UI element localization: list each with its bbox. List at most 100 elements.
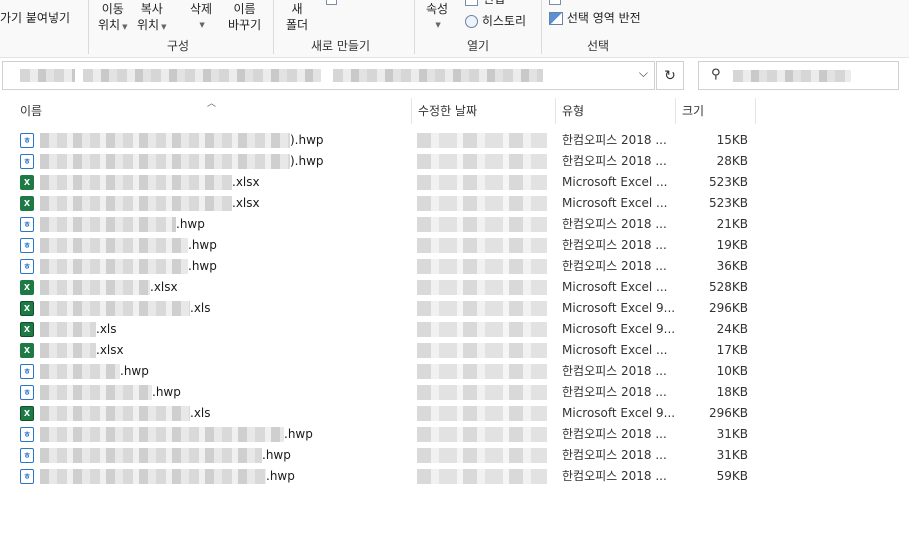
hwp-file-icon: ㅎ xyxy=(20,154,34,169)
file-type: 한컴오피스 2018 ... xyxy=(562,385,667,399)
properties-button[interactable]: 속성 ▼ xyxy=(426,1,448,33)
file-size: 24KB xyxy=(716,322,748,336)
column-header-modified[interactable]: 수정한 날짜 xyxy=(418,98,477,124)
file-size: 15KB xyxy=(716,133,748,147)
file-name-redacted xyxy=(40,406,190,421)
modified-date-redacted xyxy=(417,280,547,295)
file-row[interactable]: ㅎ .hwp 한컴오피스 2018 ... 36KB xyxy=(18,256,758,277)
new-item-icon[interactable] xyxy=(326,0,337,5)
file-name: .hwp xyxy=(120,364,149,378)
excel-file-icon: X xyxy=(20,322,34,337)
column-header-name[interactable]: 이름 xyxy=(20,98,42,124)
hwp-file-icon: ㅎ xyxy=(20,448,34,463)
file-row[interactable]: X .xlsx Microsoft Excel ... 17KB xyxy=(18,340,758,361)
file-size: 18KB xyxy=(716,385,748,399)
file-row[interactable]: ㅎ .hwp 한컴오피스 2018 ... 19KB xyxy=(18,235,758,256)
chevron-down-icon: ▼ xyxy=(199,21,205,29)
file-row[interactable]: ㅎ .hwp 한컴오피스 2018 ... 21KB xyxy=(18,214,758,235)
file-row[interactable]: ㅎ .hwp 한컴오피스 2018 ... 59KB xyxy=(18,466,758,487)
file-name-redacted xyxy=(40,217,176,232)
modified-date-redacted xyxy=(417,448,547,463)
file-type: 한컴오피스 2018 ... xyxy=(562,448,667,462)
file-row[interactable]: X .xls Microsoft Excel 9... 296KB xyxy=(18,298,758,319)
move-to-button[interactable]: 이동 위치 ▼ xyxy=(98,1,127,35)
file-row[interactable]: X .xls Microsoft Excel 9... 24KB xyxy=(18,319,758,340)
file-name: .xlsx xyxy=(232,196,260,210)
excel-file-icon: X xyxy=(20,301,34,316)
hwp-file-icon: ㅎ xyxy=(20,364,34,379)
invert-selection-button[interactable]: 선택 영역 반전 xyxy=(549,10,641,26)
column-header-size[interactable]: 크기 xyxy=(682,98,704,124)
history-button[interactable]: 히스토리 xyxy=(465,13,526,29)
delete-button[interactable]: 삭제 ▼ xyxy=(190,1,212,33)
ribbon: 가기 붙여넣기 이동 위치 ▼ 복사 위치 ▼ 삭제 ▼ 이름 바꾸기 구성 새 폴… xyxy=(0,0,909,58)
address-bar[interactable]: ⌵ xyxy=(2,61,655,90)
modified-date-redacted xyxy=(417,364,547,379)
ribbon-separator xyxy=(541,0,542,54)
file-row[interactable]: X .xlsx Microsoft Excel ... 528KB xyxy=(18,277,758,298)
file-type: 한컴오피스 2018 ... xyxy=(562,154,667,168)
rename-button[interactable]: 이름 바꾸기 xyxy=(228,1,261,33)
column-divider[interactable] xyxy=(555,98,556,124)
column-divider[interactable] xyxy=(755,98,756,124)
modified-date-redacted xyxy=(417,301,547,316)
file-name: .hwp xyxy=(262,448,291,462)
file-size: 296KB xyxy=(708,406,748,420)
file-type: 한컴오피스 2018 ... xyxy=(562,238,667,252)
hwp-file-icon: ㅎ xyxy=(20,217,34,232)
modified-date-redacted xyxy=(417,217,547,232)
column-divider[interactable] xyxy=(675,98,676,124)
file-size: 36KB xyxy=(716,259,748,273)
edit-label[interactable]: 편집 xyxy=(483,0,505,7)
hwp-file-icon: ㅎ xyxy=(20,133,34,148)
modified-date-redacted xyxy=(417,469,547,484)
file-type: 한컴오피스 2018 ... xyxy=(562,364,667,378)
column-header-type[interactable]: 유형 xyxy=(562,98,584,124)
file-row[interactable]: X .xls Microsoft Excel 9... 296KB xyxy=(18,403,758,424)
file-row[interactable]: ㅎ .hwp 한컴오피스 2018 ... 31KB xyxy=(18,445,758,466)
file-name: .xls xyxy=(190,301,211,315)
file-row[interactable]: X .xlsx Microsoft Excel ... 523KB xyxy=(18,193,758,214)
file-row[interactable]: ㅎ).hwp 한컴오피스 2018 ... 15KB xyxy=(18,130,758,151)
edit-icon[interactable] xyxy=(465,0,478,6)
ribbon-separator xyxy=(88,0,89,54)
file-size: 59KB xyxy=(716,469,748,483)
invert-selection-icon xyxy=(549,12,563,25)
file-name-redacted xyxy=(40,469,266,484)
modified-date-redacted xyxy=(417,196,547,211)
new-folder-button[interactable]: 새 폴더 xyxy=(286,1,308,33)
column-divider[interactable] xyxy=(411,98,412,124)
file-row[interactable]: ㅎ .hwp 한컴오피스 2018 ... 18KB xyxy=(18,382,758,403)
file-row[interactable]: X .xlsx Microsoft Excel ... 523KB xyxy=(18,172,758,193)
modified-date-redacted xyxy=(417,322,547,337)
copy-to-label-2: 위치 xyxy=(137,18,160,32)
search-input[interactable]: ⚲ xyxy=(698,61,899,90)
group-label-new: 새로 만들기 xyxy=(311,39,371,53)
file-name: .hwp xyxy=(188,259,217,273)
file-row[interactable]: ㅎ .hwp 한컴오피스 2018 ... 31KB xyxy=(18,424,758,445)
invert-selection-label: 선택 영역 반전 xyxy=(566,11,641,25)
excel-file-icon: X xyxy=(20,175,34,190)
history-label: 히스토리 xyxy=(481,14,526,28)
file-type: Microsoft Excel ... xyxy=(562,343,668,357)
file-name: ).hwp xyxy=(290,154,324,168)
excel-file-icon: X xyxy=(20,196,34,211)
excel-file-icon: X xyxy=(20,280,34,295)
paste-shortcut-button[interactable]: 가기 붙여넣기 xyxy=(0,10,70,26)
file-size: 10KB xyxy=(716,364,748,378)
chevron-down-icon[interactable]: ⌵ xyxy=(639,66,648,81)
excel-file-icon: X xyxy=(20,406,34,421)
file-name-redacted xyxy=(40,385,152,400)
file-size: 523KB xyxy=(708,175,748,189)
search-icon: ⚲ xyxy=(711,67,721,82)
select-none-icon[interactable] xyxy=(549,0,561,5)
refresh-button[interactable]: ↻ xyxy=(656,61,684,90)
file-type: Microsoft Excel ... xyxy=(562,196,668,210)
copy-to-button[interactable]: 복사 위치 ▼ xyxy=(137,1,166,35)
new-folder-label-1: 새 xyxy=(291,2,303,16)
hwp-file-icon: ㅎ xyxy=(20,259,34,274)
file-row[interactable]: ㅎ).hwp 한컴오피스 2018 ... 28KB xyxy=(18,151,758,172)
file-name-redacted xyxy=(40,448,262,463)
history-icon xyxy=(465,15,478,28)
file-row[interactable]: ㅎ .hwp 한컴오피스 2018 ... 10KB xyxy=(18,361,758,382)
